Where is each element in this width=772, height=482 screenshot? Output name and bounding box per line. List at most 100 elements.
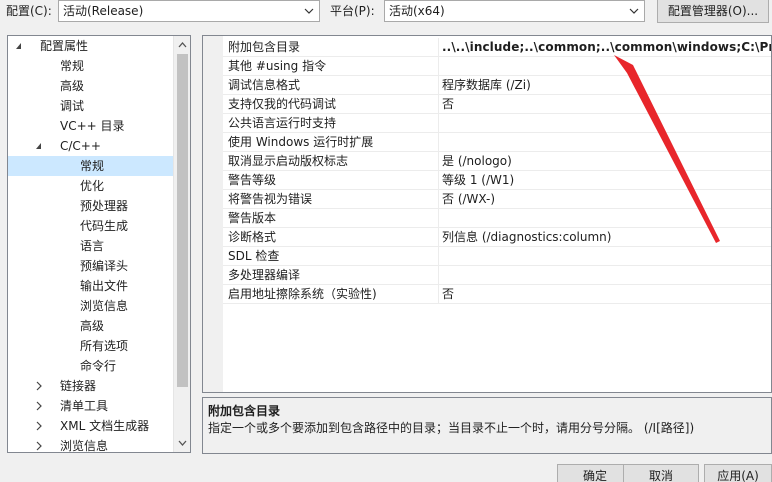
property-row[interactable]: 使用 Windows 运行时扩展 xyxy=(223,133,772,152)
property-value[interactable]: 列信息 (/diagnostics:column) xyxy=(442,228,611,246)
property-name: 支持仅我的代码调试 xyxy=(228,95,438,113)
property-row[interactable]: 调试信息格式程序数据库 (/Zi) xyxy=(223,76,772,95)
tree-item[interactable]: 高级 xyxy=(8,76,174,96)
property-row[interactable]: 警告版本 xyxy=(223,209,772,228)
tree-item-label: 输出文件 xyxy=(80,276,128,296)
tree-item[interactable]: 输出文件 xyxy=(8,276,174,296)
tree-item-label: 浏览信息 xyxy=(60,436,108,453)
expanded-arrow-icon[interactable] xyxy=(14,36,24,56)
property-row[interactable]: 取消显示启动版权标志是 (/nologo) xyxy=(223,152,772,171)
cancel-button[interactable]: 取消 xyxy=(623,464,699,482)
tree-item-label: XML 文档生成器 xyxy=(60,416,149,436)
expanded-arrow-icon[interactable] xyxy=(34,136,44,156)
property-row[interactable]: 警告等级等级 1 (/W1) xyxy=(223,171,772,190)
property-row[interactable]: SDL 检查 xyxy=(223,247,772,266)
tree-item-label: C/C++ xyxy=(60,136,101,156)
tree-scrollbar[interactable] xyxy=(173,36,190,452)
column-divider xyxy=(438,57,439,76)
tree-item[interactable]: 清单工具 xyxy=(8,396,174,416)
config-manager-button[interactable]: 配置管理器(O)... xyxy=(657,0,769,23)
collapsed-arrow-icon[interactable] xyxy=(34,376,44,396)
apply-button[interactable]: 应用(A) xyxy=(704,464,772,482)
tree-item[interactable]: 所有选项 xyxy=(8,336,174,356)
tree-item-label: 预编译头 xyxy=(80,256,128,276)
collapsed-arrow-icon[interactable] xyxy=(34,436,44,453)
tree-item[interactable]: 常规 xyxy=(8,156,174,176)
column-divider xyxy=(438,209,439,228)
property-name: 警告等级 xyxy=(228,171,438,189)
tree-item[interactable]: 浏览信息 xyxy=(8,296,174,316)
description-title: 附加包含目录 xyxy=(208,402,280,419)
property-name: 其他 #using 指令 xyxy=(228,57,438,75)
property-row[interactable]: 其他 #using 指令 xyxy=(223,57,772,76)
tree-item[interactable]: 高级 xyxy=(8,316,174,336)
property-row[interactable]: 启用地址擦除系统（实验性)否 xyxy=(223,285,772,304)
tree-item-label: VC++ 目录 xyxy=(60,116,125,136)
column-divider xyxy=(438,171,439,190)
property-value[interactable]: 等级 1 (/W1) xyxy=(442,171,514,189)
tree-item[interactable]: 命令行 xyxy=(8,356,174,376)
property-name: 将警告视为错误 xyxy=(228,190,438,208)
tree-item[interactable]: C/C++ xyxy=(8,136,174,156)
tree-item-label: 命令行 xyxy=(80,356,116,376)
column-divider xyxy=(438,190,439,209)
property-name: 附加包含目录 xyxy=(228,38,438,56)
tree-item[interactable]: 链接器 xyxy=(8,376,174,396)
tree-item-label: 优化 xyxy=(80,176,104,196)
tree-item[interactable]: 优化 xyxy=(8,176,174,196)
property-value[interactable]: 否 xyxy=(442,95,454,113)
property-grid: 附加包含目录..\..\include;..\common;..\common\… xyxy=(202,35,772,393)
property-value[interactable]: ..\..\include;..\common;..\common\window… xyxy=(442,38,772,56)
platform-dropdown[interactable]: 活动(x64) xyxy=(384,0,645,22)
column-divider xyxy=(438,152,439,171)
property-name: SDL 检查 xyxy=(228,247,438,265)
scroll-down-icon[interactable] xyxy=(177,437,188,449)
property-value[interactable]: 程序数据库 (/Zi) xyxy=(442,76,531,94)
property-row[interactable]: 支持仅我的代码调试否 xyxy=(223,95,772,114)
collapsed-arrow-icon[interactable] xyxy=(34,396,44,416)
tree-item[interactable]: 预处理器 xyxy=(8,196,174,216)
property-name: 公共语言运行时支持 xyxy=(228,114,438,132)
property-name: 警告版本 xyxy=(228,209,438,227)
tree-item-label: 链接器 xyxy=(60,376,96,396)
scrollbar-thumb[interactable] xyxy=(177,54,188,387)
property-value[interactable]: 是 (/nologo) xyxy=(442,152,512,170)
property-name: 取消显示启动版权标志 xyxy=(228,152,438,170)
property-name: 启用地址擦除系统（实验性) xyxy=(228,285,438,303)
tree-item[interactable]: 语言 xyxy=(8,236,174,256)
tree-item[interactable]: 预编译头 xyxy=(8,256,174,276)
property-name: 多处理器编译 xyxy=(228,266,438,284)
tree-item-label: 调试 xyxy=(60,96,84,116)
grid-gutter xyxy=(203,36,223,392)
config-dropdown[interactable]: 活动(Release) xyxy=(58,0,320,22)
property-name: 诊断格式 xyxy=(228,228,438,246)
column-divider xyxy=(438,76,439,95)
scroll-up-icon[interactable] xyxy=(177,39,188,51)
tree-item-label: 高级 xyxy=(80,316,104,336)
collapsed-arrow-icon[interactable] xyxy=(34,416,44,436)
ok-button[interactable]: 确定 xyxy=(557,464,633,482)
column-divider xyxy=(438,133,439,152)
tree-item-label: 常规 xyxy=(80,156,104,176)
description-panel: 附加包含目录 指定一个或多个要添加到包含路径中的目录；当目录不止一个时，请用分号… xyxy=(202,397,772,454)
property-tree: 配置属性常规高级调试VC++ 目录C/C++常规优化预处理器代码生成语言预编译头… xyxy=(7,35,191,453)
property-row[interactable]: 公共语言运行时支持 xyxy=(223,114,772,133)
property-row[interactable]: 诊断格式列信息 (/diagnostics:column) xyxy=(223,228,772,247)
tree-item[interactable]: XML 文档生成器 xyxy=(8,416,174,436)
tree-item[interactable]: 配置属性 xyxy=(8,36,174,56)
tree-item[interactable]: 代码生成 xyxy=(8,216,174,236)
property-value[interactable]: 否 (/WX-) xyxy=(442,190,495,208)
property-value[interactable]: 否 xyxy=(442,285,454,303)
platform-label: 平台(P): xyxy=(330,1,375,21)
tree-item[interactable]: VC++ 目录 xyxy=(8,116,174,136)
tree-item-label: 高级 xyxy=(60,76,84,96)
chevron-down-icon xyxy=(303,1,315,21)
description-text: 指定一个或多个要添加到包含路径中的目录；当目录不止一个时，请用分号分隔。 (/I… xyxy=(208,419,694,436)
tree-item-label: 浏览信息 xyxy=(80,296,128,316)
tree-item[interactable]: 调试 xyxy=(8,96,174,116)
property-row[interactable]: 将警告视为错误否 (/WX-) xyxy=(223,190,772,209)
property-row[interactable]: 附加包含目录..\..\include;..\common;..\common\… xyxy=(223,38,772,57)
property-row[interactable]: 多处理器编译 xyxy=(223,266,772,285)
tree-item[interactable]: 浏览信息 xyxy=(8,436,174,453)
tree-item[interactable]: 常规 xyxy=(8,56,174,76)
